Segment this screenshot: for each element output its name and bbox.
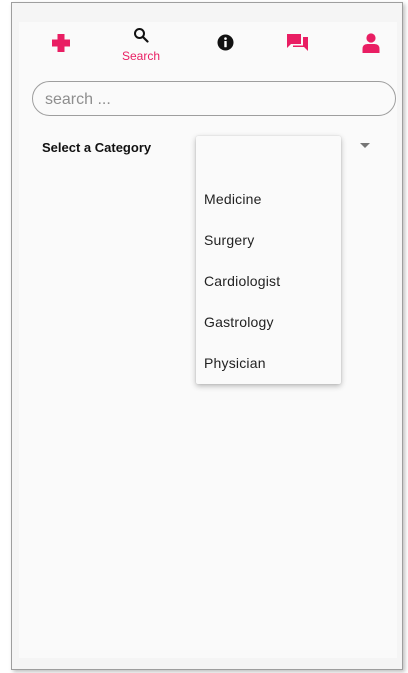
search-box[interactable] (32, 81, 396, 117)
nav-item-home[interactable] (35, 22, 87, 68)
category-option-physician[interactable]: Physician (196, 343, 341, 383)
category-label: Select a Category (42, 140, 152, 155)
app-screen: Search search ... Select a Category Medi… (19, 22, 397, 658)
search-input[interactable] (43, 82, 377, 117)
search-icon (133, 27, 149, 48)
medical-cross-icon (51, 33, 71, 58)
nav-item-info[interactable] (205, 22, 245, 68)
nav-label-search: Search (121, 49, 161, 63)
category-option-surgery[interactable]: Surgery (196, 220, 341, 260)
top-navigation-bar: Search (19, 22, 397, 68)
nav-item-search[interactable]: Search (113, 22, 169, 68)
category-option-cardiologist[interactable]: Cardiologist (196, 261, 341, 301)
dropdown-arrow-icon[interactable] (360, 143, 370, 148)
category-option-gastrology[interactable]: Gastrology (196, 302, 341, 342)
info-icon (217, 34, 234, 56)
category-option-medicine[interactable]: Medicine (196, 179, 341, 219)
category-dropdown-menu: Medicine Surgery Cardiologist Gastrology… (196, 136, 341, 384)
chat-icon (286, 33, 309, 57)
nav-item-chat[interactable] (275, 22, 319, 68)
nav-item-profile[interactable] (351, 22, 391, 68)
person-icon (362, 32, 380, 58)
